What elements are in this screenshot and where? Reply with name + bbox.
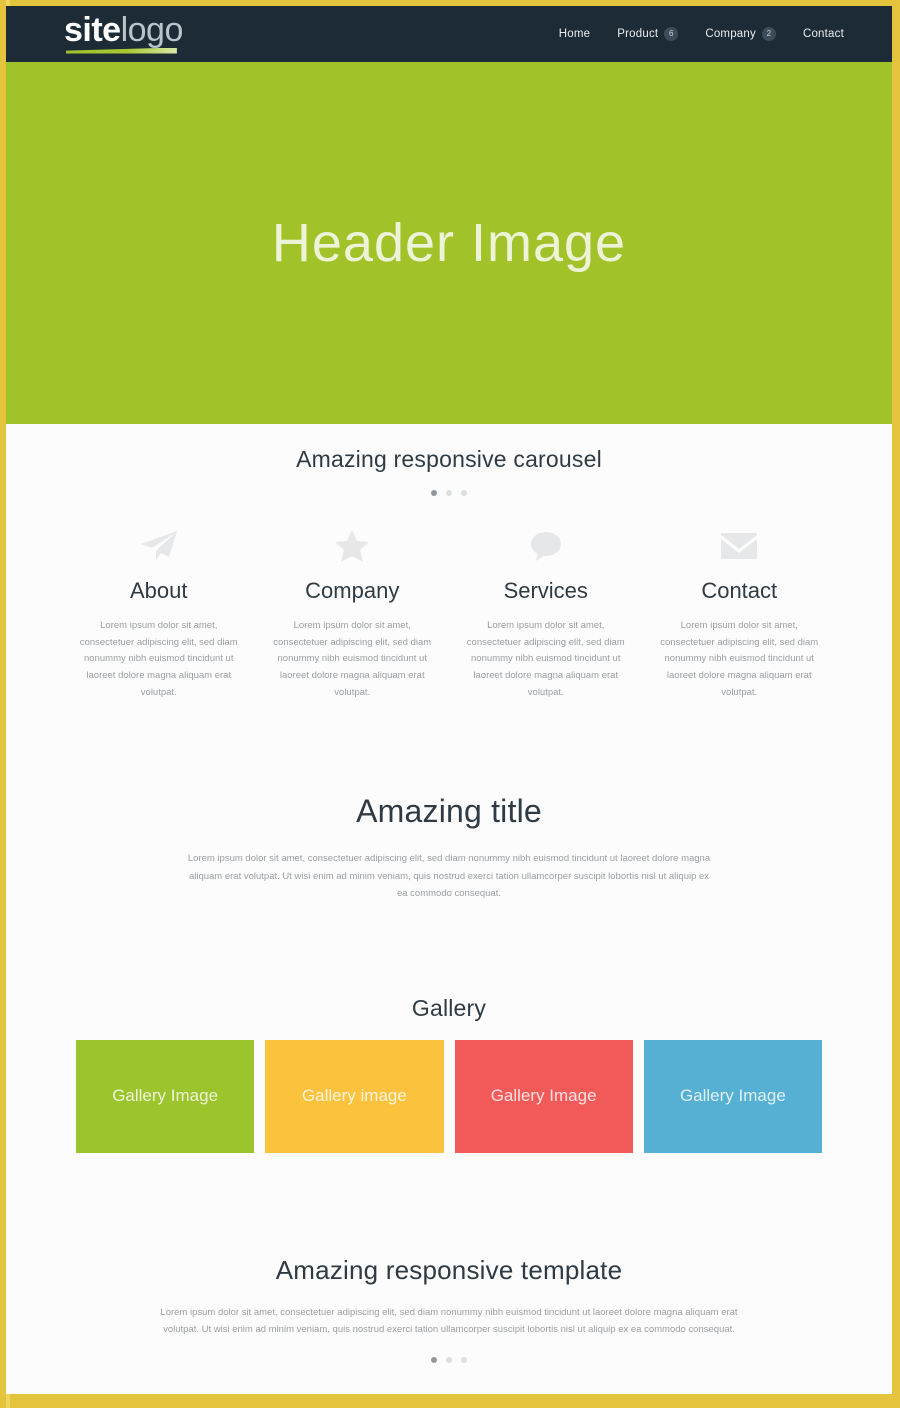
feature-company: Company Lorem ipsum dolor sit amet, cons… — [256, 524, 450, 701]
carousel-title: Amazing responsive carousel — [296, 446, 602, 472]
site-header: sitelogo Home Product 6 Company 2 Contac… — [6, 6, 892, 62]
star-icon — [270, 524, 436, 568]
logo-secondary-text: logo — [120, 10, 184, 49]
logo-primary-text: site — [64, 10, 121, 49]
feature-title: Contact — [701, 578, 778, 603]
gallery-section: Gallery Gallery Image Gallery image Gall… — [6, 902, 892, 1153]
feature-title: Services — [503, 578, 588, 603]
gallery-tile-3[interactable]: Gallery Image — [454, 1039, 633, 1153]
gallery-tile-4[interactable]: Gallery Image — [643, 1039, 822, 1153]
nav-badge-product: 6 — [664, 27, 679, 41]
nav-badge-company: 2 — [761, 27, 776, 41]
speech-bubble-icon — [463, 524, 629, 568]
nav-label: Company — [705, 28, 756, 40]
nav-label: Home — [558, 28, 591, 40]
gallery-tile-label: Gallery Image — [490, 1086, 597, 1106]
page-frame: sitelogo Home Product 6 Company 2 Contac… — [0, 0, 900, 1408]
gallery-tile-2[interactable]: Gallery image — [265, 1039, 444, 1153]
feature-text: Lorem ipsum dolor sit amet, consectetuer… — [466, 620, 625, 698]
hero-title: Header Image — [271, 213, 627, 273]
main-navigation: Home Product 6 Company 2 Contact — [559, 27, 844, 41]
nav-item-home[interactable]: Home — [559, 28, 590, 40]
carousel-section: Amazing responsive carousel — [6, 424, 892, 496]
gallery-grid: Gallery Image Gallery image Gallery Imag… — [6, 1022, 892, 1153]
feature-text: Lorem ipsum dolor sit amet, consectetuer… — [273, 620, 432, 698]
template-dot-1[interactable] — [431, 1356, 437, 1363]
feature-services: Services Lorem ipsum dolor sit amet, con… — [449, 524, 643, 701]
template-section: Amazing responsive template Lorem ipsum … — [6, 1152, 892, 1363]
carousel-dot-2[interactable] — [446, 490, 452, 496]
hero-banner: Header Image — [6, 62, 892, 424]
page-canvas: sitelogo Home Product 6 Company 2 Contac… — [6, 6, 892, 1394]
paper-plane-icon — [76, 524, 242, 568]
template-dot-2[interactable] — [446, 1356, 452, 1363]
nav-label: Product — [617, 28, 659, 40]
carousel-dot-3[interactable] — [461, 490, 467, 496]
template-title: Amazing responsive template — [275, 1254, 623, 1285]
template-paragraph: Lorem ipsum dolor sit amet, consectetuer… — [160, 1306, 738, 1336]
amazing-title: Amazing title — [356, 793, 542, 830]
site-logo[interactable]: sitelogo — [64, 13, 183, 56]
feature-title: Company — [305, 578, 400, 603]
nav-item-company[interactable]: Company 2 — [705, 27, 776, 41]
template-carousel-dots — [6, 1356, 892, 1363]
gallery-title: Gallery — [411, 994, 487, 1021]
gallery-tile-label: Gallery image — [301, 1086, 407, 1106]
features-section: About Lorem ipsum dolor sit amet, consec… — [6, 496, 892, 702]
envelope-icon — [657, 524, 823, 568]
gallery-tile-label: Gallery Image — [112, 1086, 219, 1106]
gallery-tile-1[interactable]: Gallery Image — [76, 1039, 255, 1153]
feature-title: About — [130, 578, 188, 603]
amazing-title-section: Amazing title Lorem ipsum dolor sit amet… — [6, 701, 892, 903]
nav-item-product[interactable]: Product 6 — [617, 27, 679, 41]
amazing-paragraph: Lorem ipsum dolor sit amet, consectetuer… — [187, 853, 711, 900]
carousel-dot-1[interactable] — [431, 490, 437, 496]
nav-label: Contact — [802, 28, 844, 40]
feature-about: About Lorem ipsum dolor sit amet, consec… — [62, 524, 256, 701]
template-dot-3[interactable] — [461, 1356, 467, 1363]
feature-text: Lorem ipsum dolor sit amet, consectetuer… — [79, 620, 238, 698]
nav-item-contact[interactable]: Contact — [803, 28, 844, 40]
gallery-tile-label: Gallery Image — [679, 1086, 786, 1106]
feature-text: Lorem ipsum dolor sit amet, consectetuer… — [660, 620, 819, 698]
feature-contact: Contact Lorem ipsum dolor sit amet, cons… — [643, 524, 837, 701]
